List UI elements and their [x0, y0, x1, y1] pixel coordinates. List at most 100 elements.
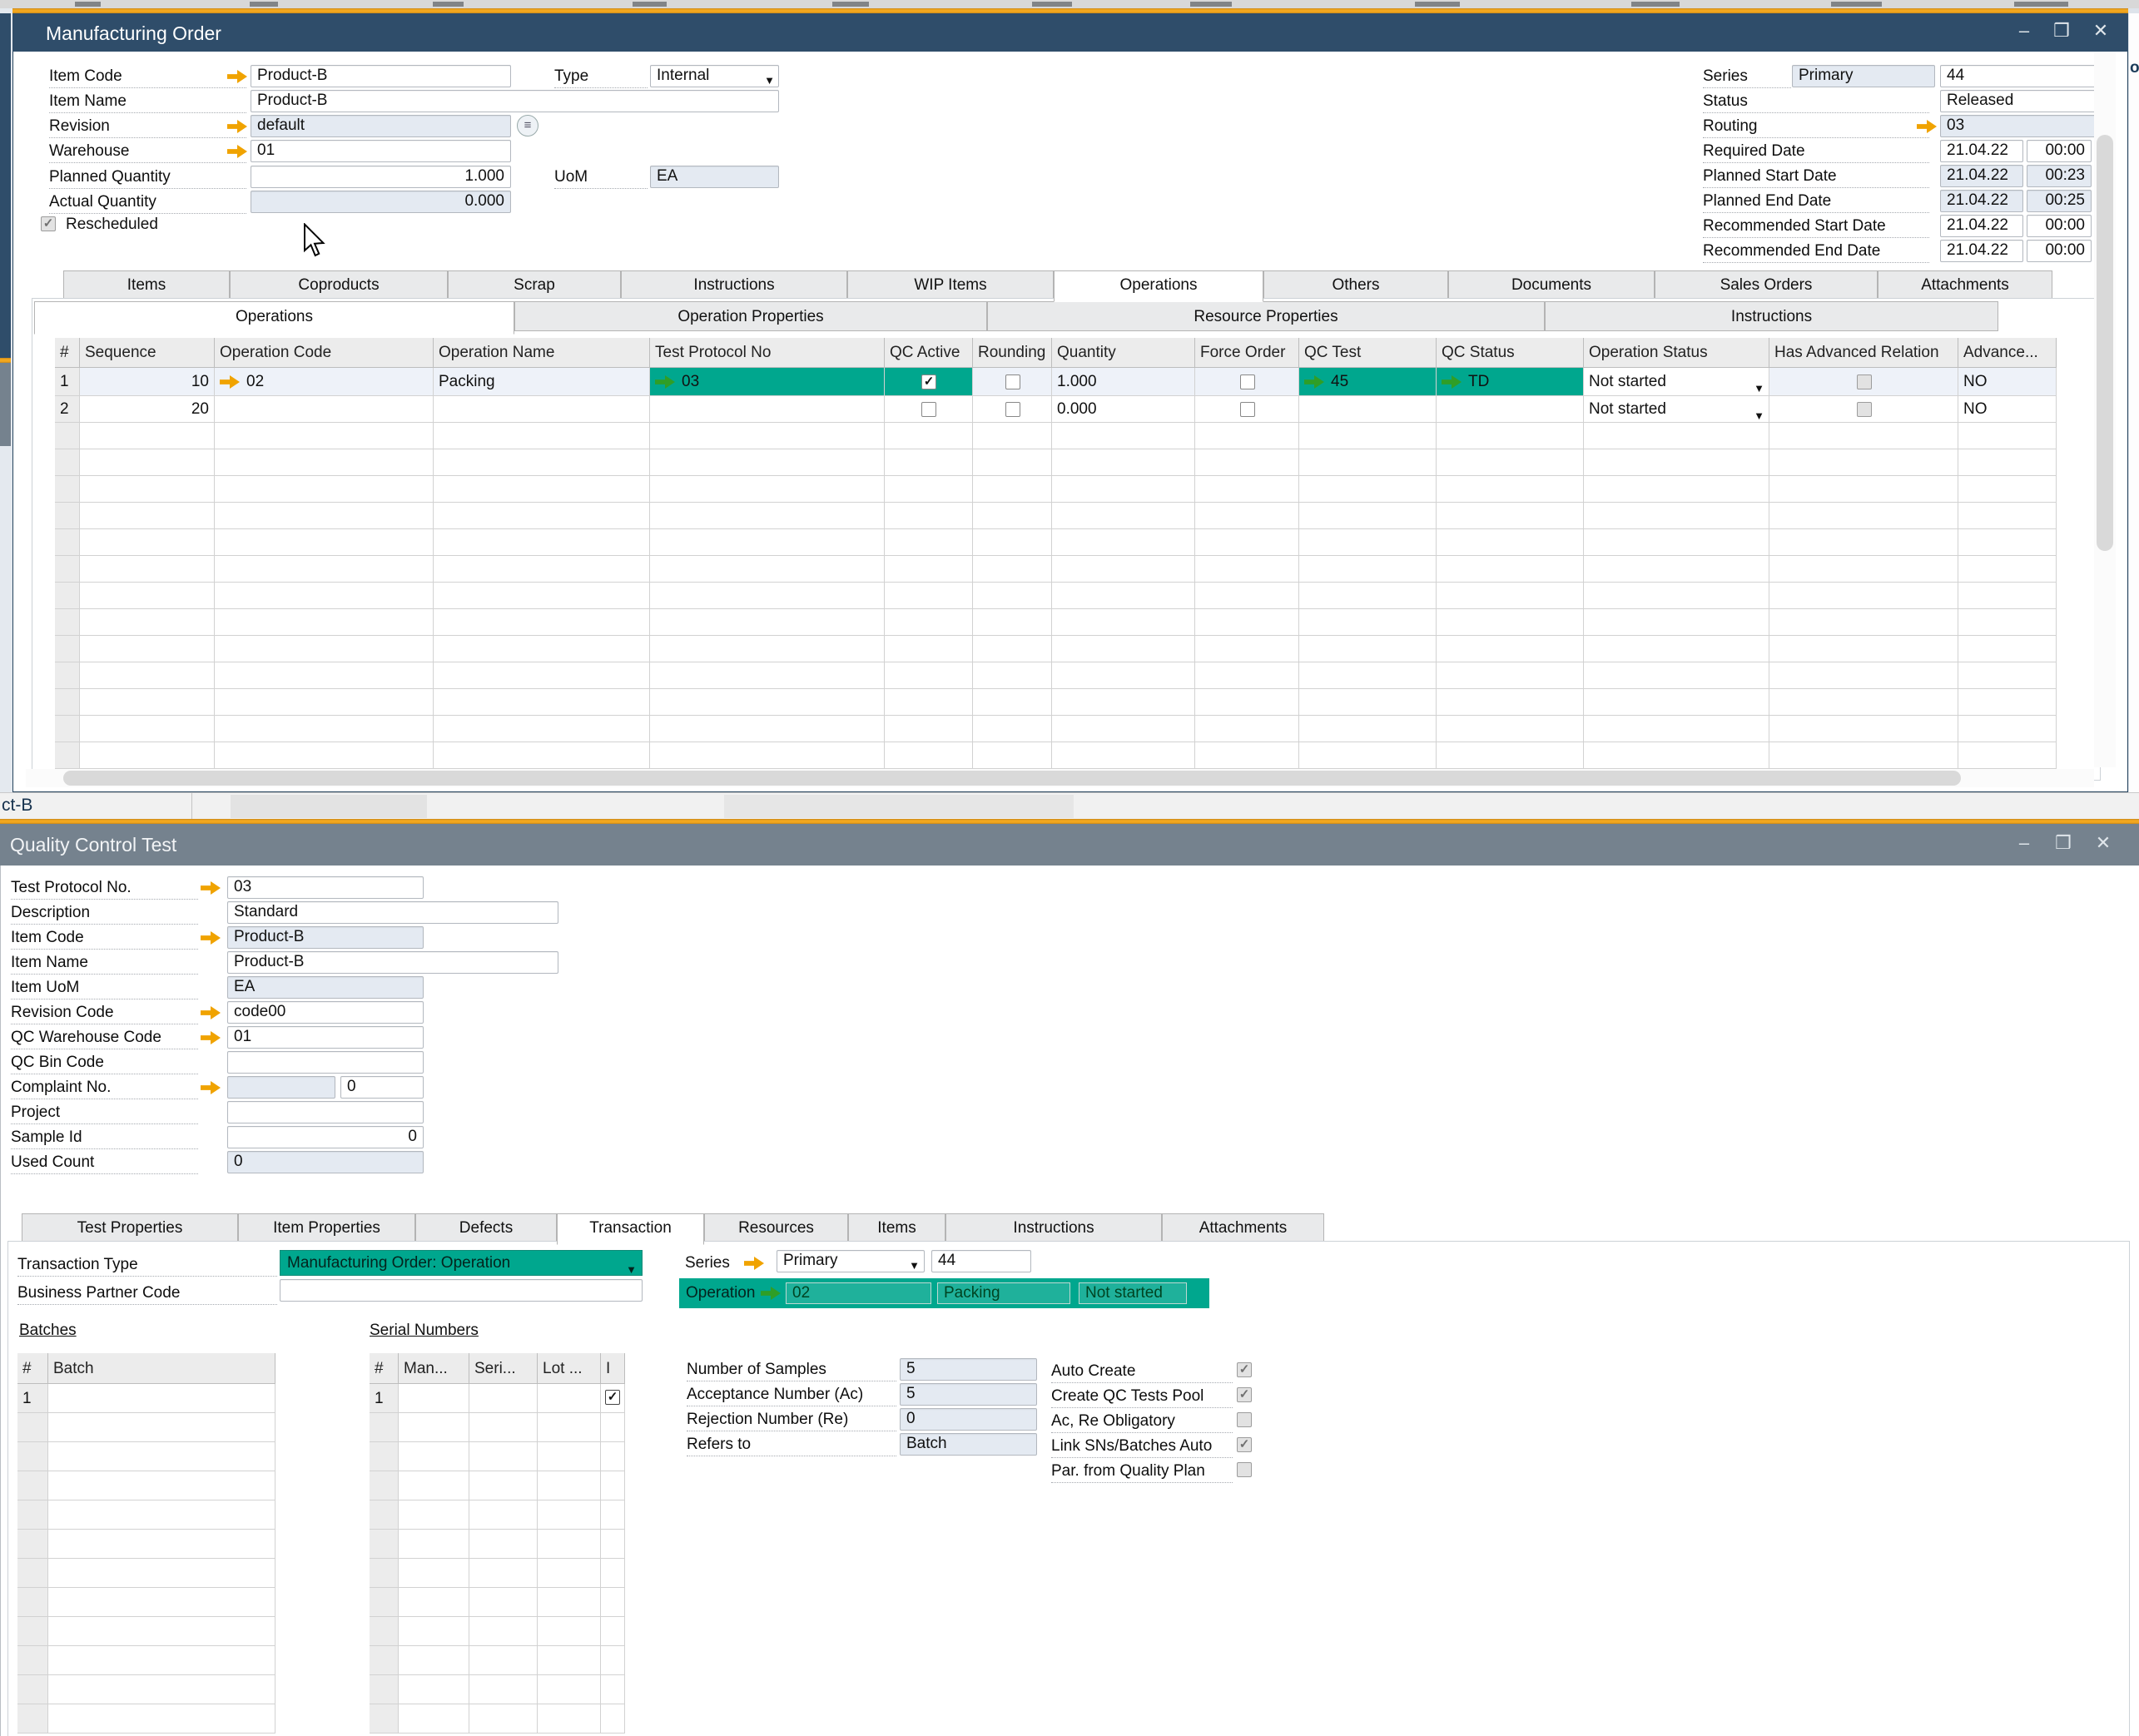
mo-empty-cell[interactable] [1299, 636, 1437, 662]
mo-empty-cell[interactable] [650, 636, 885, 662]
mo-cell-operation-code[interactable]: 02 [215, 368, 434, 396]
mo-empty-cell[interactable] [1584, 636, 1769, 662]
mo-empty-cell[interactable] [650, 556, 885, 583]
mo-tab-operations[interactable]: Operations [1054, 270, 1263, 302]
mo-empty-cell[interactable] [215, 503, 434, 529]
qc-close-button[interactable]: ✕ [2089, 832, 2117, 856]
link-arrow-green-icon[interactable] [655, 375, 675, 389]
mo-empty-cell[interactable] [1437, 529, 1584, 556]
serials-table-cell[interactable] [399, 1442, 469, 1471]
serials-table-cell[interactable] [469, 1559, 538, 1588]
mo-empty-cell[interactable] [1195, 556, 1299, 583]
mo-empty-cell[interactable] [1769, 449, 1958, 476]
mo-cell-advance[interactable]: NO [1958, 396, 2057, 423]
mo-col-header-test-protocol-no[interactable]: Test Protocol No [650, 338, 885, 368]
serials-table-cell[interactable] [601, 1384, 625, 1413]
qc-tab-transaction[interactable]: Transaction [557, 1213, 704, 1245]
mo-col-header-qc-status[interactable]: QC Status [1437, 338, 1584, 368]
serials-table-col-header[interactable]: Man... [399, 1353, 469, 1384]
transaction-type-dropdown[interactable]: Manufacturing Order: Operation▼ [280, 1250, 643, 1276]
serials-table-cell[interactable] [469, 1384, 538, 1413]
serials-table-cell[interactable] [538, 1704, 601, 1734]
serials-table-cell[interactable] [538, 1559, 601, 1588]
mo-empty-cell[interactable] [650, 449, 885, 476]
mo-empty-cell[interactable] [80, 529, 215, 556]
mo-empty-cell[interactable] [1958, 742, 2057, 769]
mo-field-item-code[interactable]: Product-B [251, 65, 511, 87]
serials-table-row-checkbox[interactable] [605, 1390, 620, 1405]
mo-empty-cell[interactable] [1769, 742, 1958, 769]
mo-empty-cell[interactable] [1437, 423, 1584, 449]
mo-empty-cell[interactable] [80, 476, 215, 503]
qc-minimize-button[interactable]: – [2010, 832, 2038, 856]
mo-empty-cell[interactable] [1584, 716, 1769, 742]
qc-tab-resources[interactable]: Resources [704, 1213, 848, 1242]
mo-empty-cell[interactable] [885, 583, 973, 609]
mo-empty-cell[interactable] [650, 476, 885, 503]
mo-type-dropdown[interactable]: Internal▼ [650, 65, 779, 87]
mo-empty-cell[interactable] [1958, 556, 2057, 583]
mo-col-header-operation-status[interactable]: Operation Status [1584, 338, 1769, 368]
link-arrow-icon[interactable] [201, 881, 221, 895]
chevron-down-icon[interactable]: ▼ [1754, 375, 1764, 396]
mo-empty-cell[interactable] [1437, 662, 1584, 689]
mo-empty-cell[interactable] [434, 449, 650, 476]
mo-empty-cell[interactable] [885, 503, 973, 529]
serials-table-cell[interactable] [601, 1704, 625, 1734]
serials-table-cell[interactable] [538, 1500, 601, 1530]
batches-table-cell[interactable] [48, 1500, 275, 1530]
qc-maximize-button[interactable]: ❒ [2049, 832, 2077, 856]
mo-col-header-force-order[interactable]: Force Order [1195, 338, 1299, 368]
rounding-checkbox[interactable] [1005, 374, 1020, 389]
force-order-checkbox[interactable] [1240, 402, 1255, 417]
mo-empty-cell[interactable] [973, 529, 1052, 556]
mo-empty-cell[interactable] [1958, 423, 2057, 449]
mo-empty-cell[interactable] [1052, 662, 1195, 689]
mo-empty-cell[interactable] [1299, 689, 1437, 716]
batches-table-cell[interactable] [48, 1559, 275, 1588]
chevron-down-icon[interactable]: ▼ [909, 1256, 920, 1272]
mo-empty-cell[interactable] [434, 583, 650, 609]
mo-empty-cell[interactable] [1584, 449, 1769, 476]
mo-cell-has-advanced-relation[interactable] [1769, 396, 1958, 423]
mo-empty-cell[interactable] [1437, 716, 1584, 742]
mo-empty-cell[interactable] [215, 689, 434, 716]
serials-table-cell[interactable] [399, 1471, 469, 1500]
serials-table-cell[interactable] [469, 1413, 538, 1442]
mo-vertical-scrollbar-thumb[interactable] [2097, 135, 2113, 551]
mo-empty-cell[interactable] [885, 423, 973, 449]
mo-empty-cell[interactable] [1769, 662, 1958, 689]
mo-empty-cell[interactable] [1769, 609, 1958, 636]
mo-empty-cell[interactable] [434, 423, 650, 449]
mo-empty-cell[interactable] [434, 636, 650, 662]
mo-empty-cell[interactable] [885, 689, 973, 716]
mo-col-header-quantity[interactable]: Quantity [1052, 338, 1195, 368]
mo-empty-cell[interactable] [1437, 503, 1584, 529]
serials-table-cell[interactable] [601, 1559, 625, 1588]
batches-table-col-header[interactable]: # [17, 1353, 48, 1384]
mo-empty-cell[interactable] [885, 609, 973, 636]
mo-empty-cell[interactable] [1299, 503, 1437, 529]
mo-tab-items[interactable]: Items [63, 270, 230, 299]
serials-table-cell[interactable] [469, 1471, 538, 1500]
mo-empty-cell[interactable] [1958, 636, 2057, 662]
serials-table-cell[interactable] [469, 1530, 538, 1559]
mo-empty-cell[interactable] [1437, 556, 1584, 583]
mo-col-header-sequence[interactable]: Sequence [80, 338, 215, 368]
mo-empty-cell[interactable] [80, 449, 215, 476]
mo-empty-cell[interactable] [1584, 742, 1769, 769]
mo-empty-cell[interactable] [1769, 689, 1958, 716]
serials-table-cell[interactable] [399, 1384, 469, 1413]
batches-table-cell[interactable] [48, 1588, 275, 1617]
mo-empty-cell[interactable] [1299, 742, 1437, 769]
mo-empty-cell[interactable] [215, 476, 434, 503]
mo-empty-cell[interactable] [650, 662, 885, 689]
mo-cell-qc-status[interactable] [1437, 396, 1584, 423]
mo-empty-cell[interactable] [80, 503, 215, 529]
mo-col-header-operation-name[interactable]: Operation Name [434, 338, 650, 368]
mo-close-button[interactable]: ✕ [2087, 20, 2115, 43]
mo-date-field[interactable]: 21.04.22 [1940, 140, 2023, 162]
mo-empty-cell[interactable] [434, 476, 650, 503]
mo-empty-cell[interactable] [1769, 476, 1958, 503]
mo-empty-cell[interactable] [1769, 423, 1958, 449]
